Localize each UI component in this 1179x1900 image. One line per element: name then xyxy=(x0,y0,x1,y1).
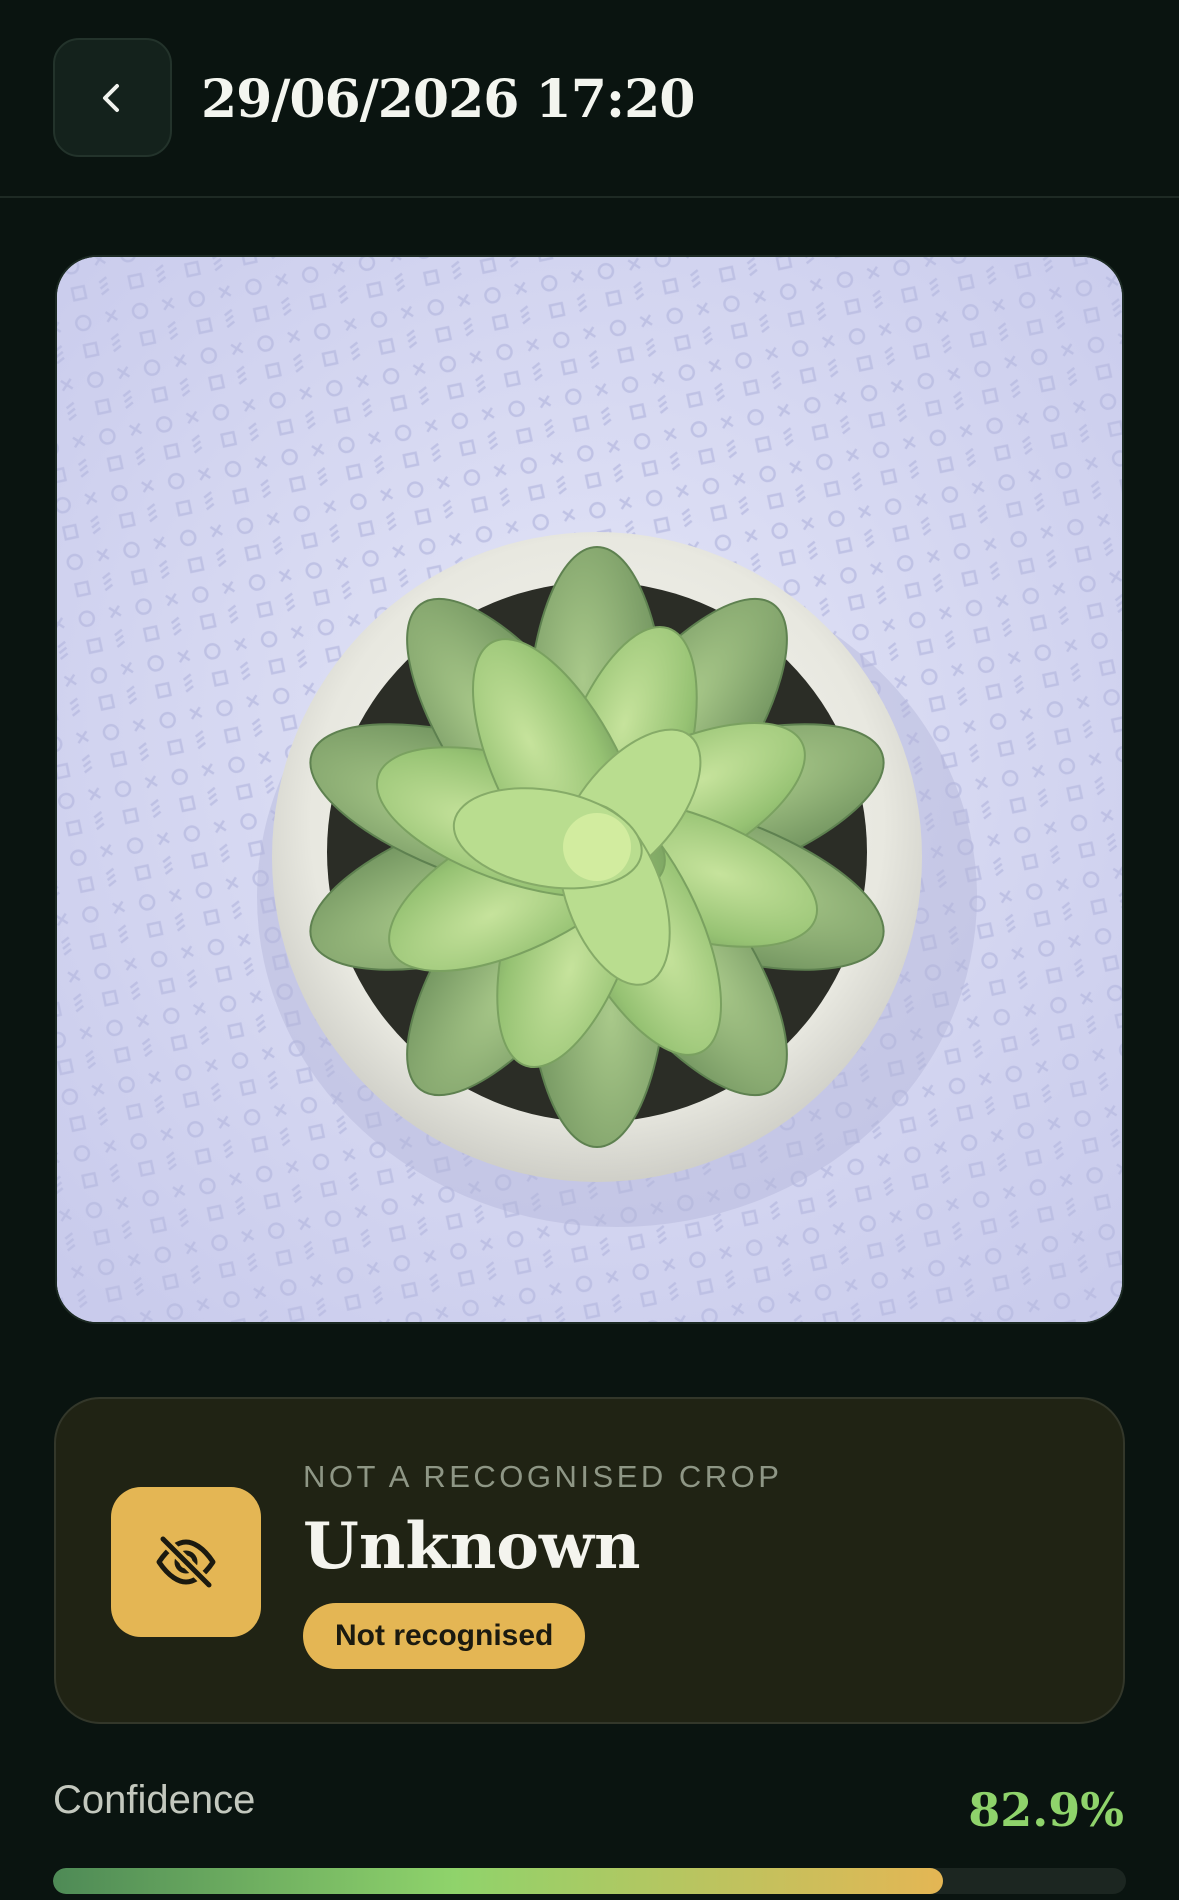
top-bar: 29/06/2026 17:20 xyxy=(0,0,1179,198)
scan-photo xyxy=(55,255,1124,1324)
confidence-bar-fill xyxy=(53,1868,943,1894)
eye-off-icon xyxy=(156,1533,216,1591)
result-eyebrow: NOT A RECOGNISED CROP xyxy=(303,1459,783,1494)
back-button[interactable] xyxy=(53,38,172,157)
confidence-label: Confidence xyxy=(53,1778,256,1822)
chevron-left-icon xyxy=(102,83,119,112)
confidence-value: 82.9% xyxy=(968,1783,1124,1837)
result-card: NOT A RECOGNISED CROP Unknown Not recogn… xyxy=(54,1397,1125,1724)
status-badge: Not recognised xyxy=(303,1603,586,1669)
page-title: 29/06/2026 17:20 xyxy=(201,69,695,130)
confidence-bar xyxy=(53,1868,1126,1894)
crop-name: Unknown xyxy=(303,1509,641,1584)
status-icon-tile xyxy=(111,1487,261,1637)
